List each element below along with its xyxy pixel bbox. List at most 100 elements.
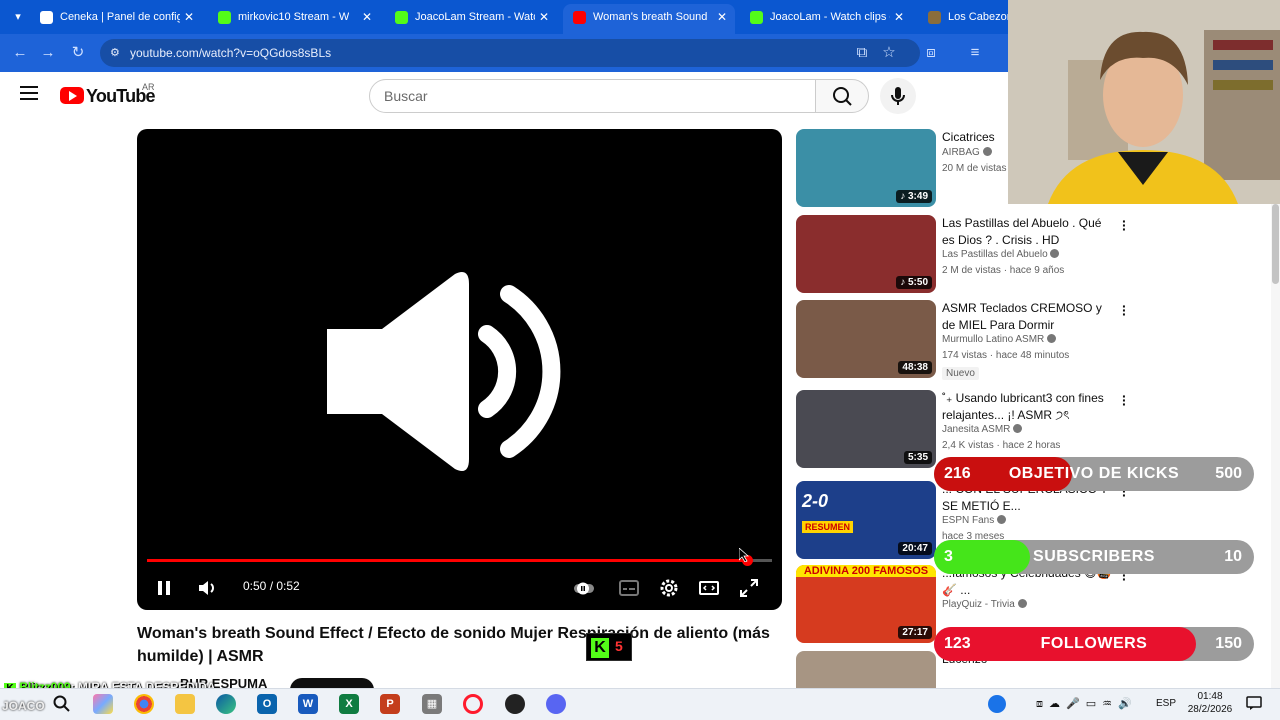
back-icon[interactable]: ← [10,43,30,63]
tab-favicon-icon [218,11,231,24]
word-icon[interactable]: W [298,694,318,714]
video-duration: 5:35 [903,451,932,464]
screen: ▾ Ceneka | Panel de configur ✕ mirkovic10 … [0,0,1280,720]
tab-label: Ceneka | Panel de configur [60,11,180,23]
notification-app-icon[interactable] [988,695,1006,713]
cast-icon[interactable]: ⧉ [852,43,872,63]
youtube-logo-icon[interactable] [60,87,84,104]
video-player[interactable] [137,129,782,610]
reading-list-icon[interactable]: ≡ [965,43,985,63]
search-icon[interactable] [52,694,72,714]
kick-overlay-badge: K 5 [586,633,632,661]
browser-tab[interactable]: Los Cabezone [918,4,1018,34]
reload-icon[interactable]: ↻ [68,43,88,63]
verified-icon [997,515,1007,524]
video-thumbnail[interactable]: 2-0 RESUMEN 20:47 [796,481,936,559]
streamer-webcam-image [1008,0,1280,204]
channel-name[interactable]: Janesita ASMR [942,424,1023,435]
mouse-cursor-icon [739,548,749,562]
music-note-icon: ♪ [900,277,908,288]
tab-close-icon[interactable]: ✕ [362,4,372,30]
browser-tab[interactable]: JoacoLam Stream - Watch ✕ [385,4,557,34]
language-indicator[interactable]: ESP [1156,698,1176,709]
obs-icon[interactable] [505,694,525,714]
site-info-icon[interactable]: ⚙ [110,39,120,67]
search-button[interactable] [815,79,869,113]
clock-time: 01:48 [1197,691,1223,702]
video-title[interactable]: ASMR Teclados CREMOSO y de MIEL Para Dor… [942,300,1112,334]
page-scrollbar[interactable] [1271,204,1280,688]
tab-close-icon[interactable]: ✕ [539,4,549,30]
channel-name[interactable]: ESPN Fans [942,515,1007,526]
theater-mode-icon[interactable] [697,576,721,600]
browser-tab[interactable]: Ceneka | Panel de configur ✕ [30,4,202,34]
taskbar-clock[interactable]: 01:48 28/2/2026 [1180,690,1240,716]
file-explorer-icon[interactable] [175,694,195,714]
video-meta: 2 M de vistas · hace 9 años [942,265,1065,276]
verified-icon [1047,334,1057,343]
browser-tab[interactable]: Woman's breath Sound ✕ [563,4,735,34]
progress-bar-fill [147,559,747,562]
channel-name[interactable]: Murmullo Latino ASMR [942,334,1057,345]
extensions-icon[interactable]: ⧈ [921,43,941,63]
video-thumbnail[interactable]: ADIVINA 200 FAMOSOS 27:17 [796,565,936,643]
browser-tab[interactable]: JoacoLam - Watch clips on ✕ [740,4,912,34]
goal-target: 150 [1215,635,1242,652]
channel-name[interactable]: AIRBAG [942,147,992,158]
video-duration: 48:38 [898,361,932,374]
channel-name[interactable]: PlayQuiz - Trivia [942,599,1027,610]
video-thumbnail[interactable]: ♪ 3:49 [796,129,936,207]
opera-icon[interactable] [463,694,483,714]
copilot-icon[interactable] [93,694,113,714]
tab-label: Woman's breath Sound [593,11,708,23]
fullscreen-icon[interactable] [737,576,761,600]
video-duration: ♪ 5:50 [896,276,932,289]
recommended-video[interactable]: ♪ 5:50 Las Pastillas del Abuelo . Qué es … [796,214,1127,295]
tab-search-icon[interactable]: ▾ [8,7,28,27]
tray-icons[interactable]: ⧈☁🎤▭♒🔊 [1036,697,1138,711]
notification-bell-icon[interactable] [1245,694,1263,712]
tab-close-icon[interactable]: ✕ [717,4,727,30]
more-options-icon[interactable]: ··· [1122,299,1127,321]
outlook-icon[interactable]: O [257,694,277,714]
channel-name[interactable]: Las Pastillas del Abuelo [942,249,1060,260]
edge-icon[interactable] [216,694,236,714]
kick-logo-icon: K [591,638,609,658]
excel-icon[interactable]: X [339,694,359,714]
scrollbar-thumb[interactable] [1272,204,1279,284]
video-duration: 27:17 [898,626,932,639]
menu-icon[interactable] [20,86,38,100]
pause-icon[interactable] [152,576,176,600]
powerpoint-icon[interactable]: P [380,694,400,714]
kicks-goal-bar: 216 OBJETIVO DE KICKS 500 [934,457,1254,491]
tab-close-icon[interactable]: ✕ [184,4,194,30]
chrome-icon[interactable] [134,694,154,714]
country-code: AR [142,82,155,92]
volume-icon[interactable] [195,576,219,600]
forward-icon[interactable]: → [38,43,58,63]
more-options-icon[interactable]: ··· [1122,214,1127,236]
browser-tab[interactable]: mirkovic10 Stream - W ✕ [208,4,380,34]
url-field[interactable]: ⚙ youtube.com/watch?v=oQGdos8sBLs [100,39,920,67]
recommended-video[interactable]: 48:38 ASMR Teclados CREMOSO y de MIEL Par… [796,299,1127,380]
more-options-icon[interactable]: ··· [1122,389,1127,411]
subtitles-icon[interactable] [617,576,641,600]
video-title[interactable]: ˚₊ Usando lubricant3 con fines relajante… [942,390,1112,424]
autoplay-toggle-icon[interactable] [572,576,596,600]
discord-icon[interactable] [546,694,566,714]
search-input[interactable]: Buscar [369,79,816,113]
verified-icon [1050,249,1060,258]
video-title[interactable]: Las Pastillas del Abuelo . Qué es Dios ?… [942,215,1112,249]
tab-favicon-icon [928,11,941,24]
kick-badge-number: 5 [615,638,623,654]
video-thumbnail[interactable]: ♪ 5:50 [796,215,936,293]
verified-icon [1017,599,1027,608]
calculator-icon[interactable]: ▦ [422,694,442,714]
clock-date: 28/2/2026 [1187,704,1233,715]
settings-gear-icon[interactable] [657,576,681,600]
bookmark-star-icon[interactable]: ☆ [879,43,899,63]
tab-close-icon[interactable]: ✕ [894,4,904,30]
video-thumbnail[interactable]: 5:35 [796,390,936,468]
video-thumbnail[interactable]: 48:38 [796,300,936,378]
voice-search-button[interactable] [880,78,916,114]
